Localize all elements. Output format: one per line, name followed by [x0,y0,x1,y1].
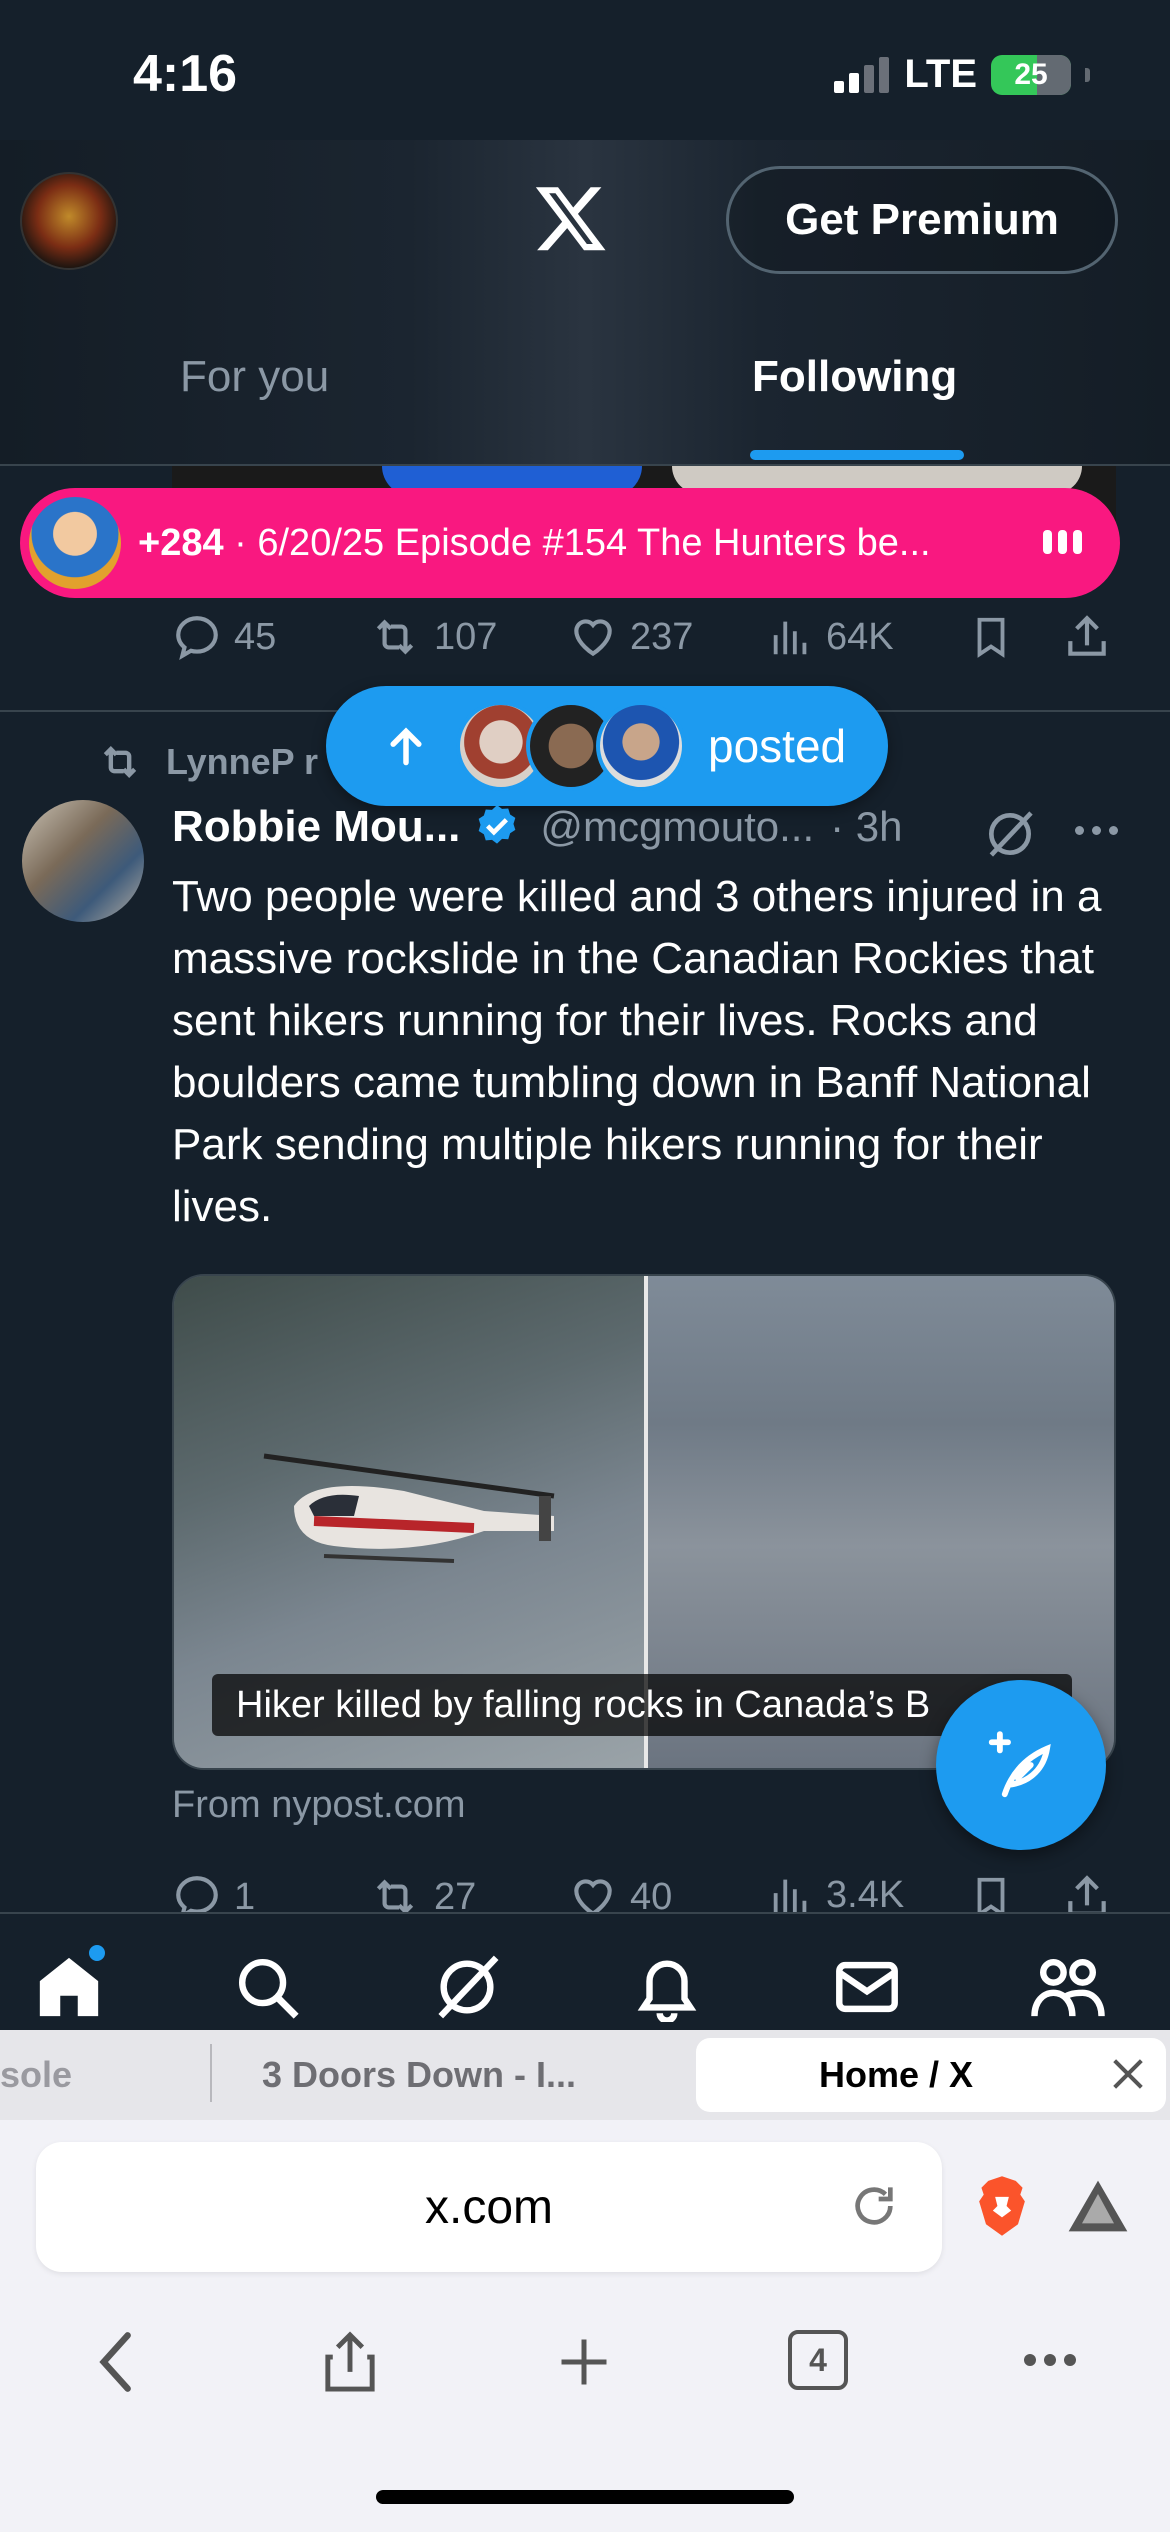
avatar [596,701,686,791]
reposted-by[interactable]: LynneP r [96,740,318,784]
views-button[interactable]: 64K [768,614,968,660]
post-time: · 3h [830,803,903,850]
more-menu-icon[interactable] [1024,2354,1076,2366]
tab-following[interactable]: Following [752,352,957,402]
views-icon [773,1879,807,1912]
views-icon [773,621,807,655]
tab-count-button[interactable]: 4 [788,2330,848,2390]
messages-icon[interactable] [832,1952,902,2022]
spaces-listener-count: +284 [138,521,224,564]
compose-post-button[interactable] [936,1680,1106,1850]
repost-button[interactable]: 27 [368,1872,568,1912]
spaces-live-bar[interactable]: +284 · 6/20/25 Episode #154 The Hunters … [20,488,1120,598]
signal-icon [834,56,890,93]
share-icon[interactable] [1062,612,1112,662]
notifications-icon[interactable] [632,1952,702,2022]
home-unread-dot [86,1942,108,1964]
battery-tip [1085,67,1090,82]
verified-badge-icon [479,805,516,844]
more-options-icon[interactable] [1075,826,1118,835]
reload-icon[interactable] [846,2178,902,2234]
reply-button[interactable]: 1 [172,1872,368,1912]
spaces-title: · 6/20/25 Episode #154 The Hunters be... [234,521,931,564]
search-icon[interactable] [232,1952,302,2022]
previous-post-actions: 45 107 237 64K [172,612,1118,662]
reply-icon [176,1876,218,1912]
address-bar-url: x.com [424,2180,553,2234]
reply-icon [176,616,218,661]
tab-separator [210,2044,212,2102]
repost-icon [103,746,137,778]
browser-tab-1[interactable]: sole [0,2030,72,2120]
share-icon[interactable] [320,2330,380,2394]
heart-icon [574,619,612,657]
share-icon[interactable] [1062,1872,1112,1912]
home-indicator [376,2490,794,2504]
bookmark-icon[interactable] [968,1872,1014,1912]
x-logo-icon [535,187,606,251]
network-label: LTE [904,52,977,96]
new-posts-avatars [456,701,686,791]
helicopter-image [263,1453,555,1563]
views-button[interactable]: 3.4K [768,1872,968,1912]
grok-icon[interactable] [982,806,1038,862]
profile-avatar[interactable] [20,172,118,270]
reply-button[interactable]: 45 [172,612,368,662]
new-posts-label: posted [708,720,847,772]
status-indicators: LTE 25 [834,52,1090,97]
repost-icon [376,619,414,655]
browser-tab-2[interactable]: 3 Doors Down - I... [262,2030,576,2120]
author-name[interactable]: Robbie Mou... [172,802,460,852]
brave-shields-icon[interactable] [974,2174,1030,2238]
compose-feather-icon [988,1731,1051,1798]
post-text: Two people were killed and 3 others inju… [172,872,1102,1231]
back-icon[interactable] [92,2330,142,2394]
heart-icon [574,1879,612,1912]
arrow-up-icon [390,727,422,766]
repost-icon [376,1879,414,1912]
get-premium-button[interactable]: Get Premium [726,166,1118,274]
status-time: 4:16 [133,45,238,103]
battery-icon: 25 [991,54,1071,95]
post-header: Robbie Mou... @mcgmouto... · 3h [172,802,1118,857]
new-posts-pill[interactable]: posted [326,686,888,806]
brave-rewards-icon[interactable] [1066,2178,1130,2234]
like-button[interactable]: 237 [568,612,768,662]
author-handle[interactable]: @mcgmouto... [540,803,814,851]
spaces-audio-icon [1043,530,1082,554]
repost-button[interactable]: 107 [368,612,568,662]
active-tab-indicator [750,450,964,460]
like-button[interactable]: 40 [568,1872,768,1912]
bookmark-icon[interactable] [968,612,1014,662]
bottom-nav-bar [0,1912,1170,2030]
post-actions: 1 27 40 3.4K [172,1872,1118,1912]
grok-icon[interactable] [432,1952,502,2022]
new-tab-icon[interactable] [554,2330,614,2394]
close-tab-icon[interactable] [1108,2054,1148,2094]
spaces-host-avatar [24,492,126,594]
communities-icon[interactable] [1030,1952,1106,2022]
media-caption: Hiker killed by falling rocks in Canada’… [212,1674,1072,1736]
link-source[interactable]: From nypost.com [172,1784,466,1827]
author-avatar[interactable] [22,800,144,922]
browser-tab-active-label: Home / X [818,2054,974,2095]
tab-for-you[interactable]: For you [180,352,329,402]
